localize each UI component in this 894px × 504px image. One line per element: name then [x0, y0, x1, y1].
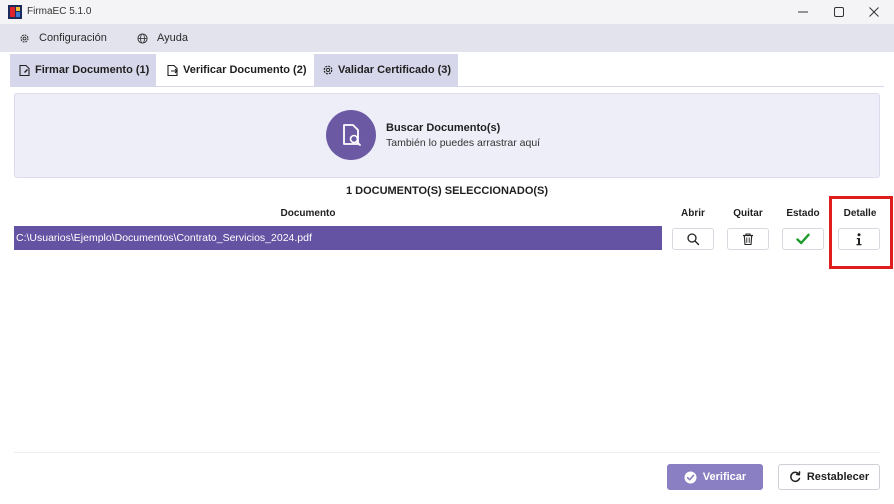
document-dropzone[interactable]: Buscar Documento(s) También lo puedes ar… [14, 93, 880, 178]
check-circle-icon [684, 471, 697, 483]
close-icon [869, 7, 879, 17]
menu-bar: Configuración Ayuda [0, 24, 894, 52]
open-document-button[interactable] [672, 228, 714, 250]
column-header-abrir: Abrir [681, 208, 705, 219]
column-header-quitar: Quitar [733, 208, 763, 219]
table-row[interactable]: C:\Usuarios\Ejemplo\Documentos\Contrato_… [14, 226, 662, 250]
column-header-documento: Documento [280, 208, 336, 219]
trash-icon [743, 233, 753, 246]
close-button[interactable] [859, 0, 889, 24]
tab-validar-certificado[interactable]: Validar Certificado (3) [314, 54, 458, 86]
reset-button[interactable]: Restablecer [778, 464, 880, 490]
tab-label: Validar Certificado (3) [338, 64, 452, 76]
detail-column-highlight [829, 196, 893, 269]
footer-divider [14, 452, 880, 453]
maximize-icon [834, 7, 844, 17]
menu-item-configuracion[interactable]: Configuración [19, 24, 107, 52]
menu-item-label: Configuración [39, 32, 107, 44]
dropzone-title: Buscar Documento(s) [386, 122, 501, 134]
menu-item-label: Ayuda [157, 32, 188, 44]
search-document-button[interactable] [326, 110, 376, 160]
tab-firmar-documento[interactable]: Firmar Documento (1) [10, 54, 156, 86]
search-document-icon [343, 124, 361, 146]
globe-icon [137, 32, 148, 44]
maximize-button[interactable] [824, 0, 854, 24]
check-icon [796, 233, 810, 245]
gear-icon [20, 33, 29, 43]
minimize-button[interactable] [788, 0, 818, 24]
title-bar: FirmaEC 5.1.0 [0, 0, 894, 24]
tab-divider [10, 86, 884, 87]
column-header-estado: Estado [786, 208, 820, 219]
menu-item-ayuda[interactable]: Ayuda [137, 24, 188, 52]
sign-document-icon [19, 64, 30, 76]
app-logo-icon [8, 5, 22, 19]
dropzone-subtitle: También lo puedes arrastrar aquí [386, 137, 541, 149]
verify-button-label: Verificar [702, 471, 747, 483]
refresh-icon [789, 471, 801, 483]
verify-button[interactable]: Verificar [667, 464, 763, 490]
selected-documents-count: 1 DOCUMENTO(S) SELECCIONADO(S) [345, 185, 549, 197]
minimize-icon [798, 11, 808, 13]
gear-icon [323, 65, 333, 75]
tab-label: Verificar Documento (2) [183, 64, 307, 76]
status-indicator [782, 228, 824, 250]
tab-label: Firmar Documento (1) [35, 64, 150, 76]
magnifier-icon [687, 233, 700, 246]
window-title: FirmaEC 5.1.0 [27, 6, 92, 17]
reset-button-label: Restablecer [806, 471, 870, 483]
verify-document-icon [167, 64, 178, 76]
tab-verificar-documento[interactable]: Verificar Documento (2) [158, 54, 312, 86]
remove-document-button[interactable] [727, 228, 769, 250]
